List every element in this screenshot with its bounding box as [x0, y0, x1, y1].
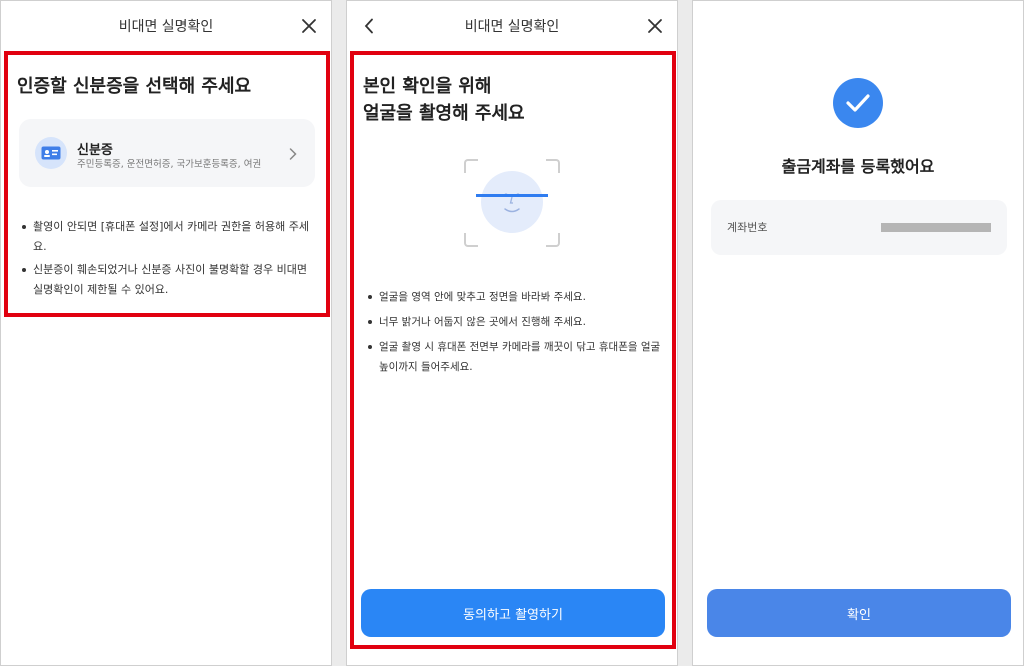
account-number-card: 계좌번호: [711, 200, 1007, 255]
page-title-line1: 본인 확인을 위해: [363, 76, 492, 97]
completion-title: 출금계좌를 등록했어요: [781, 157, 935, 176]
notes-list: 촬영이 안되면 [휴대폰 설정]에서 카메라 권한을 허용해 주세요. 신분증이…: [21, 217, 319, 303]
nav-bar: 비대면 실명확인: [347, 1, 677, 51]
id-select-screen: 비대면 실명확인 인증할 신분증을 선택해 주세요 신분증 주민등록증, 운전면…: [0, 0, 332, 666]
agree-capture-button[interactable]: 동의하고 촬영하기: [361, 589, 665, 637]
face-icon: [481, 171, 543, 233]
id-card-icon: [35, 137, 67, 169]
page-title-line2: 얼굴을 촬영해 주세요: [363, 103, 525, 124]
completion-screen: 출금계좌를 등록했어요 계좌번호 확인: [692, 0, 1024, 666]
list-item: 촬영이 안되면 [휴대폰 설정]에서 카메라 권한을 허용해 주세요.: [21, 217, 319, 257]
list-item: 얼굴 촬영 시 휴대폰 전면부 카메라를 깨끗이 닦고 휴대폰을 얼굴 높이까지…: [367, 337, 663, 377]
close-icon[interactable]: [297, 14, 321, 38]
account-number-masked: [881, 223, 991, 232]
face-capture-screen: 비대면 실명확인 본인 확인을 위해 얼굴을 촬영해 주세요 얼굴을 영역 안에…: [346, 0, 678, 666]
list-item: 너무 밝거나 어둡지 않은 곳에서 진행해 주세요.: [367, 312, 663, 332]
scan-line: [476, 194, 548, 197]
confirm-button[interactable]: 확인: [707, 589, 1011, 637]
stage: 비대면 실명확인 인증할 신분증을 선택해 주세요 신분증 주민등록증, 운전면…: [0, 0, 1024, 666]
id-option-subtitle: 주민등록증, 운전면허증, 국가보훈등록증, 여권: [77, 159, 262, 170]
check-icon: [833, 78, 883, 128]
face-guide-frame: [464, 159, 560, 247]
nav-title: 비대면 실명확인: [118, 19, 214, 35]
chevron-right-icon: [289, 145, 297, 164]
id-option-card[interactable]: 신분증 주민등록증, 운전면허증, 국가보훈등록증, 여권: [19, 119, 315, 187]
list-item: 얼굴을 영역 안에 맞추고 정면을 바라봐 주세요.: [367, 287, 663, 307]
page-title: 본인 확인을 위해 얼굴을 촬영해 주세요: [363, 73, 661, 127]
list-item: 신분증이 훼손되었거나 신분증 사진이 불명확할 경우 비대면 실명확인이 제한…: [21, 260, 319, 300]
account-number-label: 계좌번호: [727, 221, 768, 234]
nav-title: 비대면 실명확인: [464, 19, 560, 35]
page-title: 인증할 신분증을 선택해 주세요: [17, 76, 252, 97]
nav-bar: 비대면 실명확인: [1, 1, 331, 51]
close-icon[interactable]: [643, 14, 667, 38]
back-icon[interactable]: [357, 14, 381, 38]
tips-list: 얼굴을 영역 안에 맞추고 정면을 바라봐 주세요. 너무 밝거나 어둡지 않은…: [367, 287, 663, 382]
